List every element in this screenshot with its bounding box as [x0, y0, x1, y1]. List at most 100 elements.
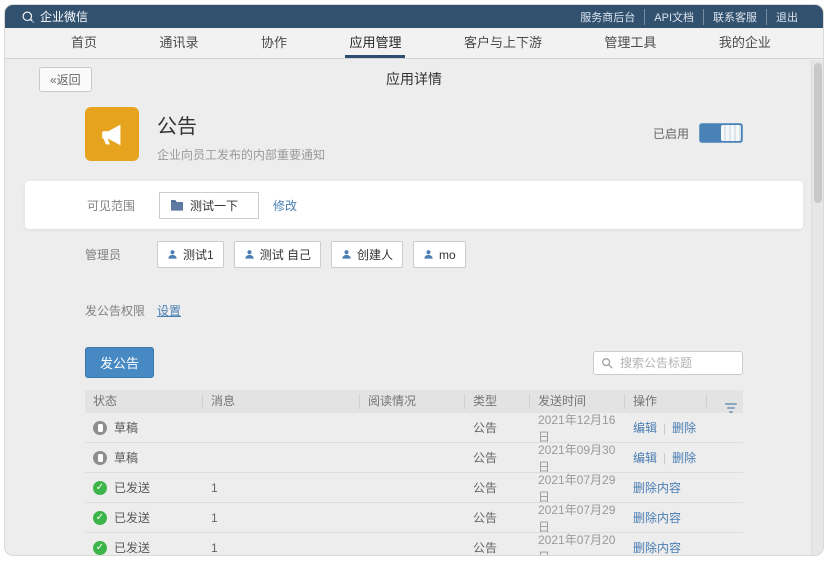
app-window: 企业微信 服务商后台API文档联系客服退出 首页通讯录协作应用管理客户与上下游管… [4, 4, 824, 556]
toggle-handle-icon [721, 125, 741, 141]
status-cell: ✓已发送 [85, 509, 203, 526]
row-action[interactable]: 删除内容 [633, 511, 681, 525]
nav-tab-customers[interactable]: 客户与上下游 [460, 28, 546, 58]
filter-header-cell [707, 394, 743, 409]
back-button[interactable]: «返回 [39, 67, 92, 92]
status-enabled-label: 已启用 [653, 125, 689, 142]
wechat-work-logo-icon [21, 10, 35, 24]
status-cell: ✓已发送 [85, 479, 203, 496]
visible-range-chip[interactable]: 测试一下 [159, 192, 259, 219]
row-action[interactable]: 编辑 [633, 451, 657, 465]
visible-range-label: 可见范围 [87, 197, 159, 214]
row-action[interactable]: 删除内容 [633, 541, 681, 555]
search-input[interactable] [618, 355, 735, 371]
nav-tab-collaboration[interactable]: 协作 [257, 28, 291, 58]
actions-cell: 删除内容 [625, 509, 707, 526]
table-header: 状态消息阅读情况类型发送时间操作 [85, 390, 743, 413]
visible-range-target: 测试一下 [190, 197, 238, 214]
actions-cell: 编辑|删除 [625, 449, 707, 466]
nav-tab-contacts[interactable]: 通讯录 [155, 28, 202, 58]
action-separator: | [663, 421, 666, 435]
person-icon [423, 249, 434, 260]
permission-settings-link[interactable]: 设置 [157, 302, 181, 319]
table-row: ✓已发送 1 公告 2021年07月29日 删除内容 [85, 473, 743, 503]
draft-icon [93, 451, 107, 465]
date-cell: 2021年12月16日 [530, 411, 625, 445]
page-title: 应用详情 [386, 69, 442, 89]
nav-tab-app-management[interactable]: 应用管理 [345, 28, 405, 58]
topbar-link-provider-console[interactable]: 服务商后台 [571, 9, 644, 25]
row-action[interactable]: 删除 [672, 421, 696, 435]
modify-link[interactable]: 修改 [273, 197, 297, 214]
magnifier-icon [601, 357, 613, 369]
table-row: 草稿 公告 2021年09月30日 编辑|删除 [85, 443, 743, 473]
table-body: 草稿 公告 2021年12月16日 编辑|删除 草稿 公告 2021年09月30… [85, 413, 743, 556]
nav-tab-home[interactable]: 首页 [67, 28, 101, 58]
nav-tabs: 首页 通讯录 协作 应用管理 客户与上下游 管理工具 我的企业 [5, 28, 823, 59]
app-name: 公告 [157, 110, 325, 139]
status-cell: ✓已发送 [85, 539, 203, 556]
announcements-table: 状态消息阅读情况类型发送时间操作 草稿 公告 2021年12月16日 编辑|删除… [85, 390, 743, 556]
vertical-scrollbar[interactable] [811, 60, 823, 555]
column-header: 消息 [203, 394, 360, 409]
table-row: ✓已发送 1 公告 2021年07月20日 删除内容 [85, 533, 743, 556]
person-icon [341, 249, 352, 260]
table-row: ✓已发送 1 公告 2021年07月29日 删除内容 [85, 503, 743, 533]
person-icon [244, 249, 255, 260]
enabled-toggle[interactable] [699, 123, 743, 143]
row-action[interactable]: 删除内容 [633, 481, 681, 495]
topbar: 企业微信 服务商后台API文档联系客服退出 [5, 5, 823, 28]
sent-icon: ✓ [93, 511, 107, 525]
date-cell: 2021年09月30日 [530, 441, 625, 475]
actions-cell: 删除内容 [625, 539, 707, 556]
nav-tab-my-company[interactable]: 我的企业 [715, 28, 775, 58]
message-cell: 1 [203, 481, 360, 495]
type-cell: 公告 [465, 509, 530, 526]
row-action[interactable]: 编辑 [633, 421, 657, 435]
admin-tag[interactable]: mo [413, 241, 466, 268]
sent-icon: ✓ [93, 481, 107, 495]
status-cell: 草稿 [85, 449, 203, 466]
scrollbar-thumb[interactable] [814, 63, 822, 203]
column-header: 类型 [465, 394, 530, 409]
topbar-link-contact-support[interactable]: 联系客服 [703, 9, 766, 25]
app-meta: 公告 企业向员工发布的内部重要通知 [157, 107, 325, 163]
column-header: 发送时间 [530, 394, 625, 409]
row-action[interactable]: 删除 [672, 451, 696, 465]
admins-row: 管理员 测试1 测试 自己 创建人 [85, 241, 743, 268]
page-header: «返回 应用详情 [5, 59, 823, 99]
actions-cell: 删除内容 [625, 479, 707, 496]
nav-tab-admin-tools[interactable]: 管理工具 [600, 28, 660, 58]
table-row: 草稿 公告 2021年12月16日 编辑 | 删除 [85, 413, 743, 443]
admin-tag[interactable]: 测试 自己 [234, 241, 321, 268]
type-cell: 公告 [465, 539, 530, 556]
topbar-link-logout[interactable]: 退出 [766, 9, 807, 25]
admin-tag-label: 测试 自己 [260, 246, 311, 263]
permission-label: 发公告权限 [85, 302, 145, 319]
admin-tag-label: 创建人 [357, 246, 393, 263]
app-status: 已启用 [653, 123, 743, 143]
topbar-link-api-docs[interactable]: API文档 [644, 9, 703, 25]
type-cell: 公告 [465, 479, 530, 496]
visible-range-row: 可见范围 测试一下 修改 [25, 181, 803, 229]
funnel-icon[interactable] [725, 403, 737, 413]
brand[interactable]: 企业微信 [21, 8, 88, 25]
admin-tag[interactable]: 测试1 [157, 241, 224, 268]
admin-tags: 测试1 测试 自己 创建人 mo [157, 241, 466, 268]
search-box [593, 351, 743, 375]
brand-label: 企业微信 [40, 8, 88, 25]
column-header: 阅读情况 [360, 394, 465, 409]
status-cell: 草稿 [85, 419, 203, 436]
type-cell: 公告 [465, 449, 530, 466]
folder-icon [170, 199, 184, 211]
message-cell: 1 [203, 511, 360, 525]
send-announcement-button[interactable]: 发公告 [85, 347, 154, 378]
column-header: 操作 [625, 394, 707, 409]
admins-label: 管理员 [85, 246, 157, 263]
column-header: 状态 [85, 394, 203, 409]
type-cell: 公告 [465, 419, 530, 436]
admin-tag[interactable]: 创建人 [331, 241, 403, 268]
message-cell: 1 [203, 541, 360, 555]
topbar-links: 服务商后台API文档联系客服退出 [571, 9, 807, 25]
date-cell: 2021年07月20日 [530, 531, 625, 557]
